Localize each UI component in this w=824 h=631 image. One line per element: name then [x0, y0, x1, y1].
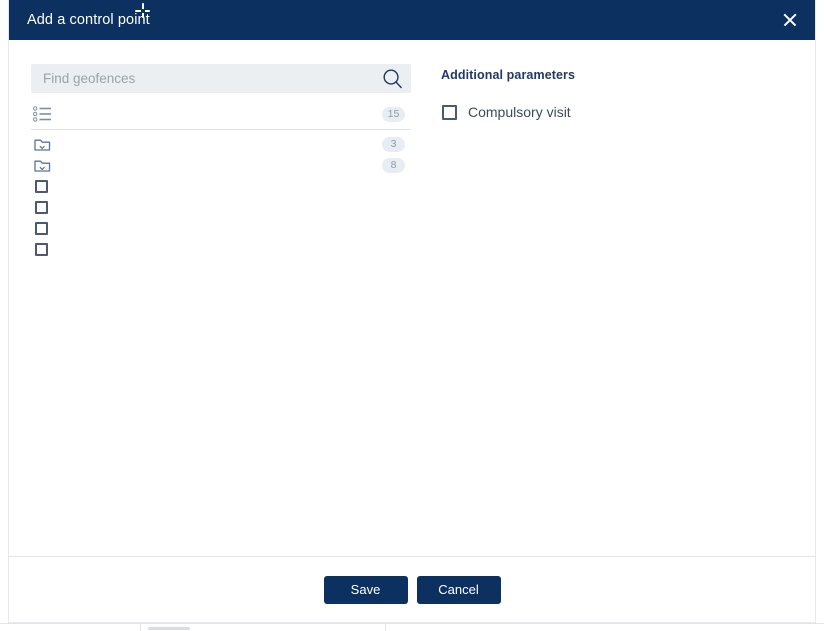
- tree-row-item[interactable]: [31, 197, 411, 218]
- background-divider-vertical-right: [385, 624, 386, 631]
- search-input[interactable]: [31, 64, 411, 93]
- checkbox-unchecked-icon[interactable]: [442, 104, 457, 120]
- dialog-titlebar: Add a control point: [9, 0, 815, 40]
- background-divider: [0, 623, 824, 624]
- tree-row-folder[interactable]: 3: [31, 134, 411, 155]
- add-control-point-dialog: Add a control point Find geofences 15 3 …: [8, 0, 816, 623]
- folder-collapsed-icon[interactable]: [34, 158, 52, 173]
- tree-row-item[interactable]: [31, 218, 411, 239]
- background-chip: [148, 627, 190, 630]
- checkbox-unchecked-icon[interactable]: [35, 201, 48, 214]
- background-divider-vertical-left: [140, 624, 141, 631]
- compulsory-visit-row[interactable]: Compulsory visit: [441, 104, 793, 120]
- tree-row-item[interactable]: [31, 239, 411, 260]
- geofence-list-header[interactable]: 15: [31, 99, 411, 130]
- bulleted-list-icon: [33, 106, 51, 122]
- additional-parameters-panel: Additional parameters Compulsory visit: [411, 64, 793, 556]
- tree-row-folder[interactable]: 8: [31, 155, 411, 176]
- geofence-search: [31, 64, 411, 93]
- cancel-button[interactable]: Cancel: [416, 575, 501, 604]
- tree-row-badge: 8: [382, 158, 405, 173]
- save-button[interactable]: Save: [323, 575, 408, 604]
- dialog-title: Add a control point: [27, 12, 150, 28]
- tree-row-badge: 3: [382, 137, 405, 152]
- geofence-panel: 15 3 8: [31, 64, 411, 556]
- dialog-footer: Save Cancel: [9, 556, 815, 622]
- close-icon[interactable]: [779, 9, 801, 31]
- checkbox-unchecked-icon[interactable]: [35, 180, 48, 193]
- geofence-total-badge: 15: [382, 106, 405, 122]
- dialog-body: 15 3 8: [9, 40, 815, 556]
- folder-collapsed-icon[interactable]: [34, 137, 52, 152]
- checkbox-unchecked-icon[interactable]: [35, 243, 48, 256]
- geofence-tree: 3 8: [31, 134, 411, 260]
- tree-row-item[interactable]: [31, 176, 411, 197]
- compulsory-visit-label: Compulsory visit: [468, 104, 571, 120]
- checkbox-unchecked-icon[interactable]: [35, 222, 48, 235]
- additional-parameters-title: Additional parameters: [441, 68, 576, 82]
- search-icon[interactable]: [382, 68, 403, 89]
